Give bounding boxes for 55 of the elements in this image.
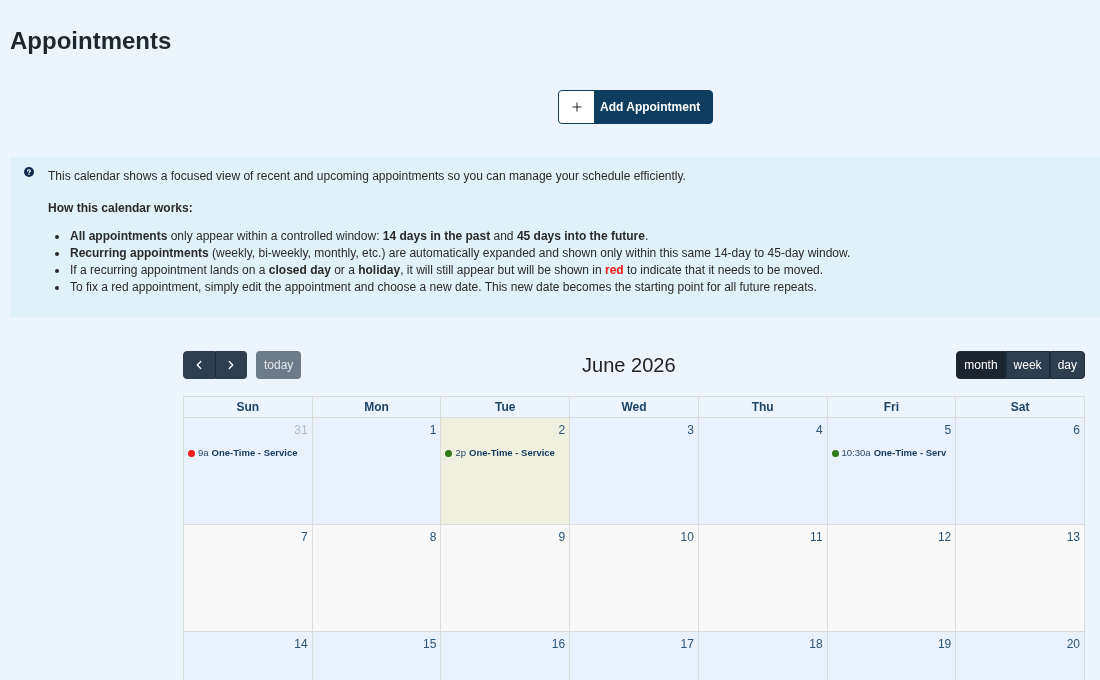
next-button[interactable] <box>215 351 247 379</box>
bullet-icon <box>55 285 59 290</box>
bullet-icon <box>55 234 59 239</box>
page-title: Appointments <box>10 26 172 56</box>
day-number: 16 <box>551 636 566 652</box>
day-number: 3 <box>687 422 694 438</box>
day-cell[interactable]: 19 <box>827 632 957 680</box>
day-number: 10 <box>680 529 694 545</box>
day-number: 9 <box>558 529 566 545</box>
day-cell[interactable]: 18 <box>698 632 828 680</box>
day-number: 14 <box>294 636 308 652</box>
day-number: 15 <box>423 636 437 652</box>
info-heading: How this calendar works: <box>48 200 193 217</box>
intro-text: This calendar shows a focused view of recent and upcoming appointments so you can manage your schedule efficiently. <box>48 168 686 185</box>
day-number: 19 <box>937 636 952 652</box>
day-number: 2 <box>558 422 566 438</box>
day-number: 1 <box>429 422 437 438</box>
plus-icon <box>559 91 594 123</box>
info-bullet-text: To fix a red appointment, simply edit the appointment and choose a new date. This new date becomes the starting point for all future repeats. <box>70 279 817 296</box>
previous-button[interactable] <box>183 351 215 379</box>
day-number: 18 <box>809 636 823 652</box>
day-number: 17 <box>680 636 694 652</box>
info-bullet-text: All appointments only appear within a controlled window: 14 days in the past and 45 days into the future. <box>70 228 649 245</box>
day-cell[interactable]: 15 <box>312 632 442 680</box>
day-number: 11 <box>810 529 823 545</box>
day-number: 5 <box>944 422 952 438</box>
calendar-title: June 2026 <box>582 353 676 378</box>
help-icon <box>24 167 34 177</box>
view-tab[interactable]: week <box>1005 351 1050 379</box>
view-tab[interactable]: month <box>956 351 1006 379</box>
event-time[interactable]: 9a <box>198 446 209 460</box>
day-number: 20 <box>1066 636 1080 652</box>
view-tab[interactable]: day <box>1049 351 1085 379</box>
day-number: 6 <box>1073 422 1080 438</box>
event-title[interactable]: One-Time - Service <box>469 446 555 460</box>
day-number: 8 <box>429 529 437 545</box>
event-time[interactable]: 10:30a <box>841 446 871 460</box>
day-number: 12 <box>937 529 952 545</box>
add-appointment-button[interactable]: Add Appointment <box>558 90 714 124</box>
bullet-icon <box>55 268 59 273</box>
day-cell[interactable]: 17 <box>570 632 699 680</box>
bullet-icon <box>55 251 59 256</box>
day-number: 4 <box>815 422 823 438</box>
event-title[interactable]: One-Time - Serv <box>873 446 947 460</box>
event-title[interactable]: One-Time - Service <box>211 446 298 460</box>
day-cell[interactable]: 16 <box>441 632 571 680</box>
event-time[interactable]: 2p <box>455 446 466 460</box>
day-number: 13 <box>1066 529 1080 545</box>
day-cell[interactable]: 14 <box>184 632 313 680</box>
day-number: 31 <box>294 422 308 438</box>
day-cell[interactable]: 2 2p One-Time - Service <box>441 418 571 525</box>
info-bullet-text: Recurring appointments (weekly, bi-weekly, monthly, etc.) are automatically expanded and shown only within this same 14-day to 45-day window. <box>70 245 851 262</box>
day-number: 7 <box>301 529 308 545</box>
info-bullet-text: If a recurring appointment lands on a closed day or a holiday, it will still appear but will be shown in red to indicate that it needs to be moved. <box>70 262 824 279</box>
day-cell[interactable]: 20 <box>956 632 1085 680</box>
